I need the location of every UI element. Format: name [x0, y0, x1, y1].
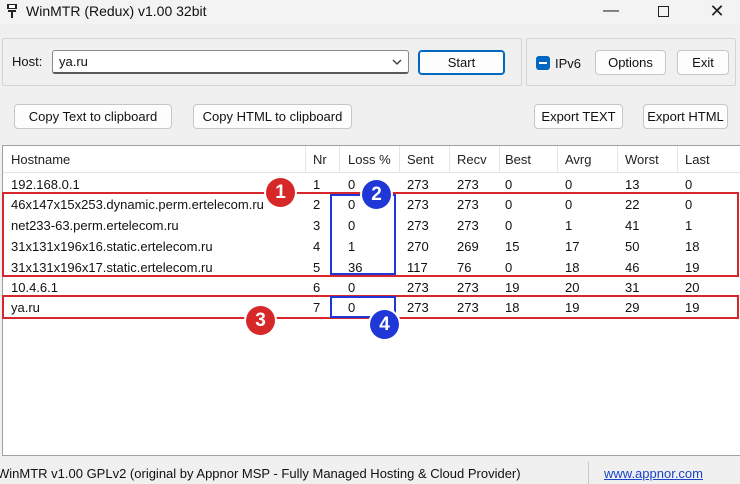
title-bar: WinMTR (Redux) v1.00 32bit — ✕ [0, 0, 740, 24]
list-header: Hostname Nr Loss % Sent Recv Best Avrg Worst Las… [3, 146, 740, 173]
copy-text-button[interactable]: Copy Text to clipboard [14, 104, 172, 129]
app-icon [7, 4, 17, 18]
header-separator[interactable] [677, 146, 678, 173]
ipv6-checkbox[interactable] [536, 56, 550, 70]
close-icon: ✕ [709, 1, 725, 21]
exit-button[interactable]: Exit [677, 50, 729, 75]
cell-worst: 31 [625, 280, 640, 295]
header-col-worst[interactable]: Worst [625, 152, 659, 167]
header-col-best[interactable]: Best [505, 152, 531, 167]
export-html-button[interactable]: Export HTML [643, 104, 728, 129]
close-button[interactable]: ✕ [694, 0, 740, 24]
cell-best: 0 [505, 177, 513, 192]
header-col-nr[interactable]: Nr [313, 152, 327, 167]
cell-hostname: 192.168.0.1 [11, 177, 80, 192]
cell-avrg: 0 [565, 177, 573, 192]
cell-sent: 273 [407, 177, 429, 192]
options-button[interactable]: Options [595, 50, 666, 75]
minimize-button[interactable]: — [588, 0, 634, 24]
annotation-badge-4: 4 [370, 310, 399, 339]
header-col-last[interactable]: Last [685, 152, 710, 167]
header-separator[interactable] [617, 146, 618, 173]
header-separator[interactable] [339, 146, 340, 173]
header-separator[interactable] [499, 146, 500, 173]
cell-loss: 0 [348, 177, 356, 192]
annotation-badge-2: 2 [362, 180, 391, 209]
host-combobox[interactable]: ya.ru [52, 50, 409, 74]
ipv6-label: IPv6 [555, 56, 582, 71]
header-separator[interactable] [449, 146, 450, 173]
header-col-loss[interactable]: Loss % [348, 152, 391, 167]
chevron-down-icon[interactable] [390, 55, 404, 69]
cell-loss: 0 [348, 280, 356, 295]
maximize-icon [657, 6, 669, 17]
cell-worst: 13 [625, 177, 640, 192]
export-text-button[interactable]: Export TEXT [534, 104, 623, 129]
cell-recv: 273 [457, 280, 479, 295]
maximize-button[interactable] [640, 0, 686, 24]
cell-best: 19 [505, 280, 520, 295]
highlight-box-loss-isp [330, 194, 396, 275]
cell-avrg: 20 [565, 280, 580, 295]
header-col-sent[interactable]: Sent [407, 152, 434, 167]
cell-hostname: 10.4.6.1 [11, 280, 58, 295]
header-col-recv[interactable]: Recv [457, 152, 487, 167]
header-col-avrg[interactable]: Avrg [565, 152, 592, 167]
status-bar: WinMTR v1.00 GPLv2 (original by Appnor M… [0, 458, 740, 484]
start-button[interactable]: Start [418, 50, 505, 75]
annotation-badge-1: 1 [266, 178, 295, 207]
status-text: WinMTR v1.00 GPLv2 (original by Appnor M… [0, 466, 521, 481]
appnor-link[interactable]: www.appnor.com [604, 466, 703, 481]
status-separator [588, 462, 589, 484]
cell-sent: 273 [407, 280, 429, 295]
host-input-value[interactable]: ya.ru [59, 54, 88, 69]
header-separator[interactable] [399, 146, 400, 173]
host-label: Host: [12, 54, 43, 69]
cell-last: 20 [685, 280, 700, 295]
minimize-icon: — [603, 2, 619, 19]
cell-nr: 6 [313, 280, 321, 295]
cell-last: 0 [685, 177, 693, 192]
copy-html-button[interactable]: Copy HTML to clipboard [193, 104, 352, 129]
cell-recv: 273 [457, 177, 479, 192]
cell-nr: 1 [313, 177, 321, 192]
window-title: WinMTR (Redux) v1.00 32bit [26, 3, 207, 19]
header-col-hostname[interactable]: Hostname [11, 152, 70, 167]
header-separator[interactable] [305, 146, 306, 173]
annotation-badge-3: 3 [246, 306, 275, 335]
header-separator[interactable] [557, 146, 558, 173]
